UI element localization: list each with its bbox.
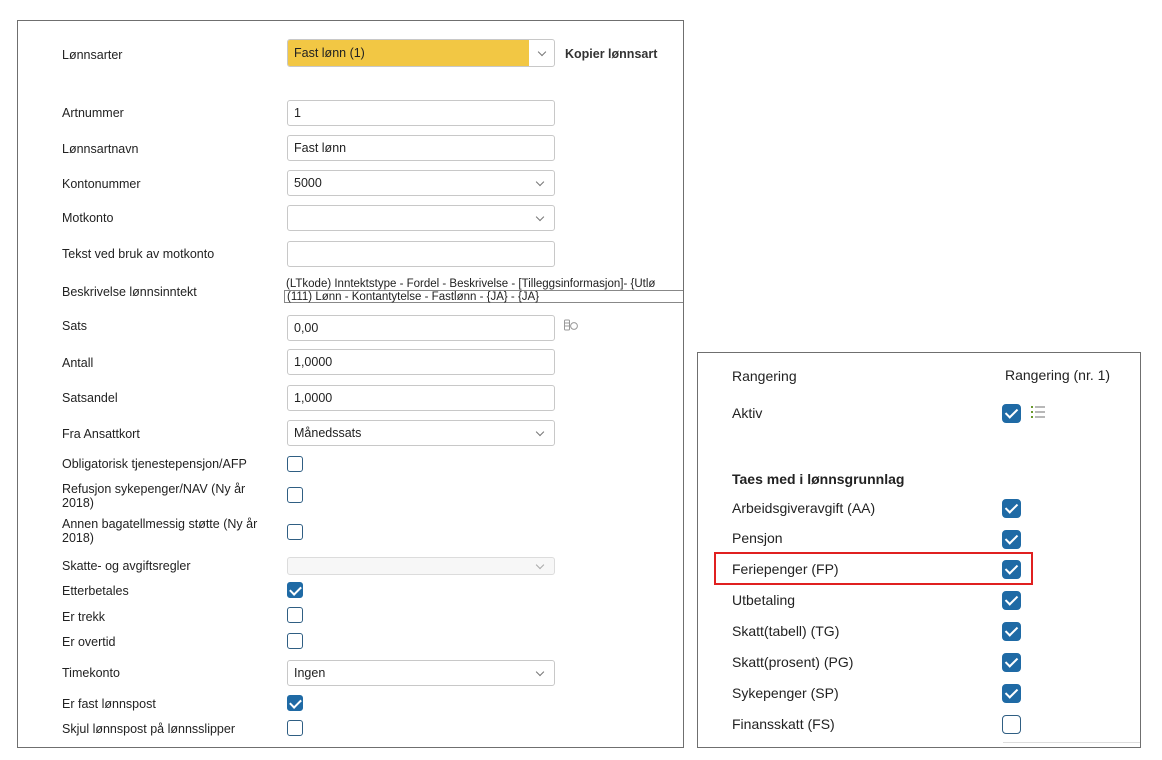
rangering-panel: Rangering Rangering (nr. 1) Aktiv Taes m… bbox=[697, 352, 1141, 748]
refusjon-checkbox[interactable] bbox=[287, 487, 303, 503]
lonnsart-select[interactable]: Fast lønn (1) bbox=[287, 39, 555, 67]
skatte-avgift-label: Skatte- og avgiftsregler bbox=[62, 559, 191, 573]
feriepenger-label: Feriepenger (FP) bbox=[732, 561, 839, 577]
divider bbox=[1003, 742, 1140, 743]
beskrivelse-field[interactable]: (LTkode) Inntektstype - Fordel - Beskriv… bbox=[284, 278, 683, 306]
kontonummer-select[interactable]: 5000 bbox=[287, 170, 555, 196]
lonnsart-form-panel: Lønnsarter Fast lønn (1) Kopier lønnsart… bbox=[17, 20, 684, 748]
skjul-checkbox[interactable] bbox=[287, 720, 303, 736]
er-fast-label: Er fast lønnspost bbox=[62, 697, 156, 711]
beskrivelse-value-line: (111) Lønn - Kontantytelse - Fastlønn - … bbox=[284, 290, 683, 303]
lonnsartnavn-input[interactable]: Fast lønn bbox=[287, 135, 555, 161]
er-trekk-label: Er trekk bbox=[62, 610, 106, 624]
satsandel-input[interactable]: 1,0000 bbox=[287, 385, 555, 411]
er-overtid-label: Er overtid bbox=[62, 635, 116, 649]
list-order-icon[interactable] bbox=[1030, 404, 1046, 420]
utbetaling-checkbox[interactable] bbox=[1002, 591, 1021, 610]
skatt-tabell-label: Skatt(tabell) (TG) bbox=[732, 623, 840, 639]
skjul-label: Skjul lønnspost på lønnsslipper bbox=[62, 722, 235, 736]
lonnsarter-label: Lønnsarter bbox=[62, 48, 123, 62]
sykepenger-label: Sykepenger (SP) bbox=[732, 685, 839, 701]
etterbetales-checkbox[interactable] bbox=[287, 582, 303, 598]
rangering-label: Rangering bbox=[732, 368, 797, 384]
obligatorisk-checkbox[interactable] bbox=[287, 456, 303, 472]
aktiv-checkbox[interactable] bbox=[1002, 404, 1021, 423]
pensjon-checkbox[interactable] bbox=[1002, 530, 1021, 549]
lonnsgrunnlag-heading: Taes med i lønnsgrunnlag bbox=[732, 471, 905, 487]
obligatorisk-label: Obligatorisk tjenestepensjon/AFP bbox=[62, 457, 247, 471]
arbeidsgiveravgift-checkbox[interactable] bbox=[1002, 499, 1021, 518]
annen-stotte-label: Annen bagatellmessig støtte (Ny år 2018) bbox=[62, 517, 258, 545]
annen-stotte-checkbox[interactable] bbox=[287, 524, 303, 540]
skatt-tabell-checkbox[interactable] bbox=[1002, 622, 1021, 641]
sykepenger-checkbox[interactable] bbox=[1002, 684, 1021, 703]
artnummer-label: Artnummer bbox=[62, 106, 124, 120]
skatt-prosent-checkbox[interactable] bbox=[1002, 653, 1021, 672]
tekst-motkonto-label: Tekst ved bruk av motkonto bbox=[62, 247, 215, 261]
artnummer-input[interactable]: 1 bbox=[287, 100, 555, 126]
sats-label: Sats bbox=[62, 319, 88, 333]
fra-ansattkort-select[interactable]: Månedssats bbox=[287, 420, 555, 446]
er-trekk-checkbox[interactable] bbox=[287, 607, 303, 623]
feriepenger-checkbox[interactable] bbox=[1002, 560, 1021, 579]
beskrivelse-header-line: (LTkode) Inntektstype - Fordel - Beskriv… bbox=[286, 278, 656, 290]
finansskatt-label: Finansskatt (FS) bbox=[732, 716, 835, 732]
finansskatt-checkbox[interactable] bbox=[1002, 715, 1021, 734]
coins-icon[interactable] bbox=[564, 319, 578, 331]
tekst-motkonto-input[interactable] bbox=[287, 241, 555, 267]
skatt-prosent-label: Skatt(prosent) (PG) bbox=[732, 654, 854, 670]
lonnsart-selected-value: Fast lønn (1) bbox=[288, 40, 529, 66]
lonnsartnavn-label: Lønnsartnavn bbox=[62, 142, 139, 156]
refusjon-label: Refusjon sykepenger/NAV (Ny år 2018) bbox=[62, 482, 246, 510]
utbetaling-label: Utbetaling bbox=[732, 592, 796, 608]
antall-label: Antall bbox=[62, 356, 94, 370]
motkonto-select[interactable] bbox=[287, 205, 555, 231]
satsandel-label: Satsandel bbox=[62, 391, 118, 405]
beskrivelse-label: Beskrivelse lønnsinntekt bbox=[62, 285, 197, 299]
rangering-value[interactable]: Rangering (nr. 1) bbox=[1005, 367, 1110, 383]
sats-input[interactable]: 0,00 bbox=[287, 315, 555, 341]
kontonummer-label: Kontonummer bbox=[62, 177, 141, 191]
motkonto-label: Motkonto bbox=[62, 211, 114, 225]
pensjon-label: Pensjon bbox=[732, 530, 783, 546]
timekonto-select[interactable]: Ingen bbox=[287, 660, 555, 686]
kopier-lonnsart-button[interactable]: Kopier lønnsart bbox=[565, 47, 657, 61]
fra-ansattkort-label: Fra Ansattkort bbox=[62, 427, 140, 441]
etterbetales-label: Etterbetales bbox=[62, 584, 129, 598]
aktiv-label: Aktiv bbox=[732, 405, 763, 421]
skatte-avgift-select[interactable] bbox=[287, 557, 555, 575]
timekonto-label: Timekonto bbox=[62, 666, 120, 680]
er-overtid-checkbox[interactable] bbox=[287, 633, 303, 649]
er-fast-checkbox[interactable] bbox=[287, 695, 303, 711]
arbeidsgiveravgift-label: Arbeidsgiveravgift (AA) bbox=[732, 500, 876, 516]
antall-input[interactable]: 1,0000 bbox=[287, 349, 555, 375]
